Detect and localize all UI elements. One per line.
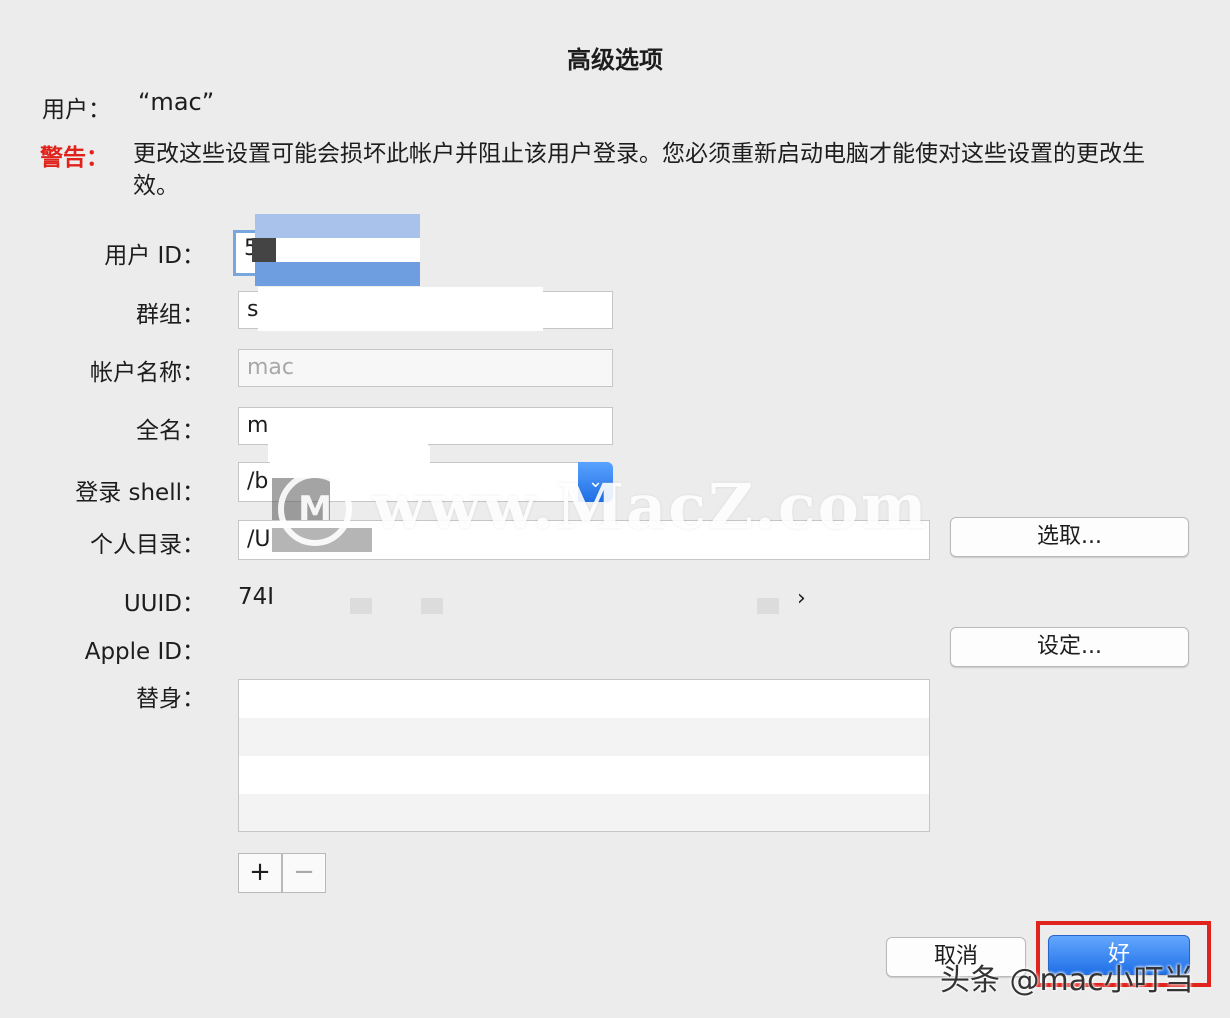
add-alias-button[interactable]: + <box>238 853 282 893</box>
user-value: “mac” <box>138 88 215 116</box>
group-label: 群组： <box>136 302 205 328</box>
aliases-label: 替身： <box>136 686 205 712</box>
warning-text: 更改这些设置可能会损坏此帐户并阻止该用户登录。您必须重新启动电脑才能使对这些设置… <box>133 141 1145 199</box>
account-name-field[interactable]: mac <box>238 349 613 387</box>
list-item[interactable] <box>239 680 929 718</box>
uuid-mosaic-3 <box>757 598 779 614</box>
source-tag: 头条 @mac小叮当 <box>940 963 1194 998</box>
uuid-mosaic-2 <box>421 598 443 614</box>
set-apple-id-button[interactable]: 设定... <box>950 627 1189 667</box>
account-name-label: 帐户名称： <box>90 360 205 386</box>
user-id-redaction-mid <box>300 238 420 262</box>
macz-logo-icon: M <box>278 472 352 546</box>
full-name-label: 全名： <box>136 418 205 444</box>
home-dir-label: 个人目录： <box>90 532 205 558</box>
user-id-mosaic <box>252 238 276 262</box>
user-label: 用户： <box>42 97 111 123</box>
list-item[interactable] <box>239 794 929 831</box>
uuid-tail-glyph: › <box>797 586 806 611</box>
warning-label: 警告： <box>40 145 109 171</box>
watermark-text: www.MacZ.com <box>372 470 929 543</box>
shell-redaction-top <box>270 446 430 466</box>
aliases-list[interactable] <box>238 679 930 832</box>
uuid-mosaic-1 <box>350 598 372 614</box>
list-item[interactable] <box>239 756 929 794</box>
dialog-title: 高级选项 <box>567 46 663 74</box>
user-id-redaction-bottom <box>255 262 420 286</box>
choose-button[interactable]: 选取... <box>950 517 1189 557</box>
remove-alias-button[interactable]: − <box>282 853 326 893</box>
user-id-redaction-top <box>255 214 420 238</box>
user-id-label: 用户 ID： <box>104 243 205 269</box>
login-shell-label: 登录 shell： <box>75 480 205 506</box>
list-item[interactable] <box>239 718 929 756</box>
uuid-label: UUID： <box>123 591 205 617</box>
group-redaction <box>258 287 543 331</box>
uuid-value: 74I <box>238 584 275 610</box>
apple-id-label: Apple ID： <box>84 639 205 665</box>
